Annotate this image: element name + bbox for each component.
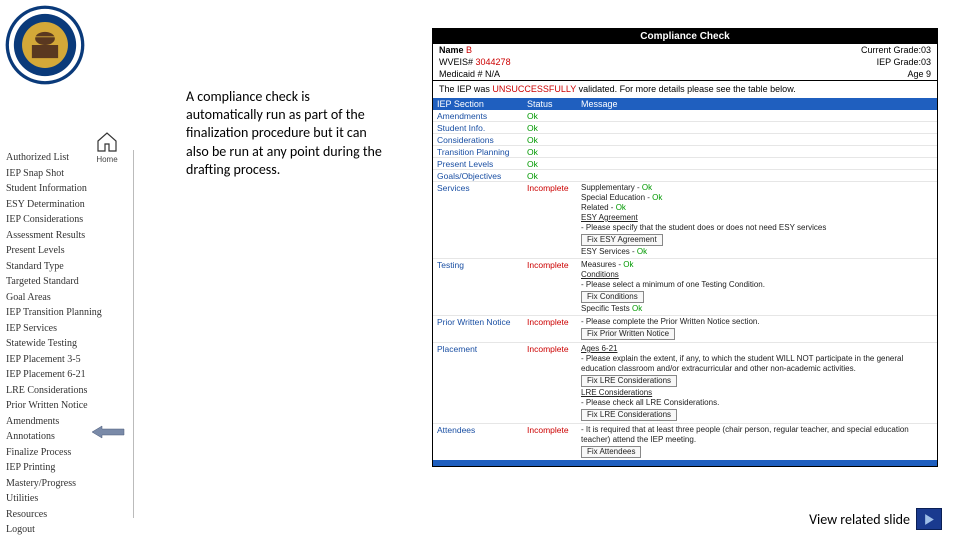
table-header: IEP Section Status Message	[433, 98, 937, 110]
row-section: Prior Written Notice	[437, 316, 527, 327]
fix-conditions-button[interactable]: Fix Conditions	[581, 291, 644, 303]
wveis-value: 3044278	[476, 57, 511, 67]
sidebar-nav: Authorized List IEP Snap Shot Student In…	[0, 150, 130, 538]
sidebar-item-assessment[interactable]: Assessment Results	[0, 228, 130, 244]
iep-grade-value: 03	[921, 57, 931, 67]
fix-esy-button[interactable]: Fix ESY Agreement	[581, 234, 663, 246]
view-related-label: View related slide	[809, 511, 910, 528]
row-status: Ok	[527, 122, 581, 133]
age-label: Age	[907, 69, 926, 79]
name-label: Name	[439, 45, 464, 55]
play-forward-icon	[916, 508, 942, 530]
fix-pwn-button[interactable]: Fix Prior Written Notice	[581, 328, 675, 340]
wveis-label: WVEIS#	[439, 57, 473, 67]
sidebar-item-considerations[interactable]: IEP Considerations	[0, 212, 130, 228]
table-row: Present LevelsOk	[433, 158, 937, 170]
sidebar-item-placement-6-21[interactable]: IEP Placement 6-21	[0, 367, 130, 383]
validation-status: UNSUCCESSFULLY	[492, 84, 576, 94]
sidebar-item-student-info[interactable]: Student Information	[0, 181, 130, 197]
sidebar-item-placement-3-5[interactable]: IEP Placement 3-5	[0, 352, 130, 368]
compliance-panel: Compliance Check Name B Current Grade:03…	[432, 28, 938, 467]
sidebar-item-logout[interactable]: Logout	[0, 522, 130, 538]
row-section: Student Info.	[437, 122, 527, 133]
row-status: Ok	[527, 170, 581, 181]
row-message: - It is required that at least three peo…	[581, 424, 933, 460]
wv-dept-ed-logo	[4, 4, 86, 86]
current-grade-label: Current Grade:	[861, 45, 921, 55]
table-row: Transition PlanningOk	[433, 146, 937, 158]
sidebar-item-finalize[interactable]: Finalize Process	[0, 445, 130, 461]
finalize-pointer-arrow-icon	[90, 425, 126, 444]
row-status: Ok	[527, 146, 581, 157]
row-status: Incomplete	[527, 182, 581, 193]
medicaid-value: N/A	[485, 69, 500, 79]
row-section: Placement	[437, 343, 527, 354]
sidebar-item-statewide-testing[interactable]: Statewide Testing	[0, 336, 130, 352]
age-value: 9	[926, 69, 931, 79]
table-row: Goals/ObjectivesOk	[433, 170, 937, 182]
row-status: Ok	[527, 158, 581, 169]
row-section: Attendees	[437, 424, 527, 435]
th-message: Message	[581, 99, 933, 109]
row-section: Considerations	[437, 134, 527, 145]
th-section: IEP Section	[437, 99, 527, 109]
fix-attendees-button[interactable]: Fix Attendees	[581, 446, 641, 458]
sidebar-item-iep-snapshot[interactable]: IEP Snap Shot	[0, 166, 130, 182]
row-section: Testing	[437, 259, 527, 270]
current-grade-value: 03	[921, 45, 931, 55]
row-section: Goals/Objectives	[437, 170, 527, 181]
row-message: Supplementary - Ok Special Education - O…	[581, 182, 933, 258]
medicaid-label: Medicaid #	[439, 69, 485, 79]
row-section: Amendments	[437, 110, 527, 121]
row-status: Incomplete	[527, 343, 581, 354]
row-status: Incomplete	[527, 316, 581, 327]
row-message: Ages 6-21 - Please explain the extent, i…	[581, 343, 933, 423]
table-row: Prior Written Notice Incomplete - Please…	[433, 316, 937, 343]
table-row: AmendmentsOk	[433, 110, 937, 122]
panel-title: Compliance Check	[433, 29, 937, 44]
sidebar-item-transition[interactable]: IEP Transition Planning	[0, 305, 130, 321]
fix-lre-button[interactable]: Fix LRE Considerations	[581, 375, 677, 387]
validation-result: The IEP was UNSUCCESSFULLY validated. Fo…	[433, 81, 937, 98]
table-row: Student Info.Ok	[433, 122, 937, 134]
row-status: Ok	[527, 110, 581, 121]
sidebar-item-goal-areas[interactable]: Goal Areas	[0, 290, 130, 306]
sidebar-item-standard-type[interactable]: Standard Type	[0, 259, 130, 275]
sidebar-item-lre[interactable]: LRE Considerations	[0, 383, 130, 399]
row-section: Transition Planning	[437, 146, 527, 157]
sidebar-item-printing[interactable]: IEP Printing	[0, 460, 130, 476]
name-value: B	[466, 45, 472, 55]
fix-lre-button-2[interactable]: Fix LRE Considerations	[581, 409, 677, 421]
table-row: Placement Incomplete Ages 6-21 - Please …	[433, 343, 937, 424]
sidebar-item-services[interactable]: IEP Services	[0, 321, 130, 337]
sidebar-item-esy[interactable]: ESY Determination	[0, 197, 130, 213]
iep-grade-label: IEP Grade:	[877, 57, 921, 67]
sidebar-item-present-levels[interactable]: Present Levels	[0, 243, 130, 259]
callout-text: A compliance check is automatically run …	[186, 88, 386, 179]
view-related-slide-link[interactable]: View related slide	[809, 508, 942, 530]
sidebar-item-targeted-standard[interactable]: Targeted Standard	[0, 274, 130, 290]
table-row: Testing Incomplete Measures - Ok Conditi…	[433, 259, 937, 316]
row-status: Incomplete	[527, 424, 581, 435]
table-row: ConsiderationsOk	[433, 134, 937, 146]
table-row: Services Incomplete Supplementary - Ok S…	[433, 182, 937, 259]
sidebar-item-resources[interactable]: Resources	[0, 507, 130, 523]
sidebar-item-mastery[interactable]: Mastery/Progress	[0, 476, 130, 492]
sidebar-border	[131, 150, 134, 518]
th-status: Status	[527, 99, 581, 109]
row-status: Ok	[527, 134, 581, 145]
row-message: Measures - Ok Conditions - Please select…	[581, 259, 933, 315]
sidebar-item-authorized-list[interactable]: Authorized List	[0, 150, 130, 166]
sidebar-item-utilities[interactable]: Utilities	[0, 491, 130, 507]
row-status: Incomplete	[527, 259, 581, 270]
sidebar-item-pwn[interactable]: Prior Written Notice	[0, 398, 130, 414]
row-section: Present Levels	[437, 158, 527, 169]
panel-footer-bar	[433, 460, 937, 466]
table-row: Attendees Incomplete - It is required th…	[433, 424, 937, 460]
row-message: - Please complete the Prior Written Noti…	[581, 316, 933, 342]
row-section: Services	[437, 182, 527, 193]
